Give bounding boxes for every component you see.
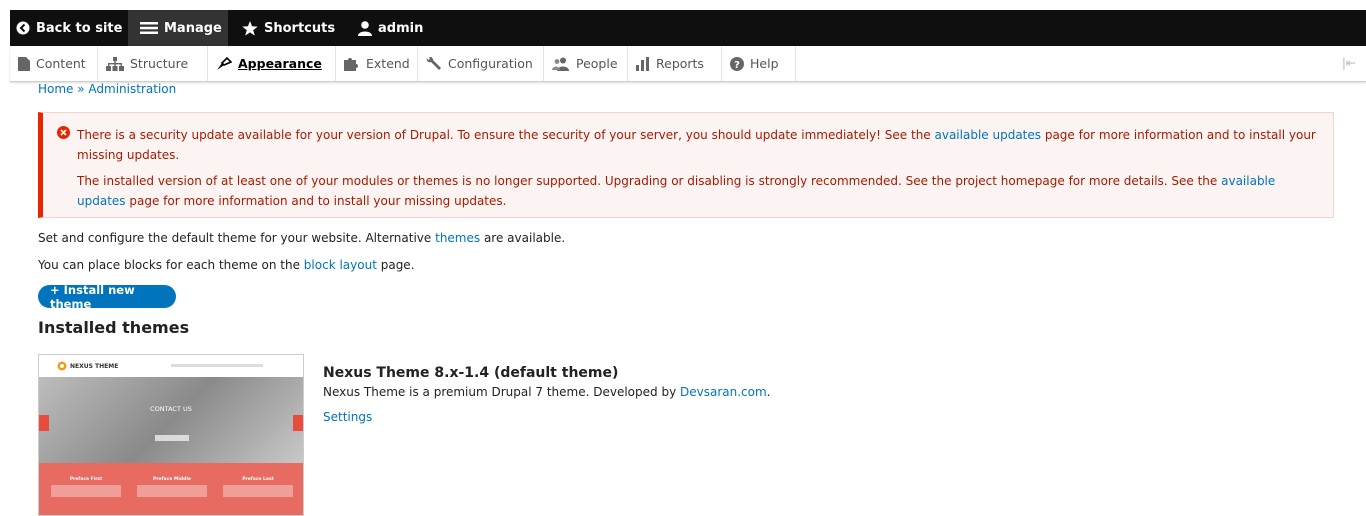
available-updates-link[interactable]: available updates — [935, 128, 1042, 142]
user-label: admin — [378, 20, 424, 36]
theme-name: Nexus Theme 8.x-1.4 (default theme) — [323, 365, 619, 381]
nexus-logo-icon — [57, 361, 67, 371]
tray-item-label: Structure — [130, 56, 189, 71]
sitemap-icon — [106, 56, 124, 71]
tray-item-label: Help — [750, 56, 779, 71]
block-layout-text: You can place blocks for each theme on t… — [38, 258, 415, 272]
tray-item-structure[interactable]: Structure — [98, 46, 208, 81]
screenshot-col-last: Preface Last — [242, 477, 274, 482]
breadcrumb-home[interactable]: Home — [38, 82, 73, 96]
install-new-theme-button[interactable]: + Install new theme — [38, 283, 176, 311]
tray-item-people[interactable]: People — [544, 46, 628, 81]
back-to-site-link[interactable]: Back to site — [16, 10, 122, 46]
user-tab[interactable]: admin — [358, 10, 423, 46]
tray-item-label: Reports — [656, 56, 704, 71]
screenshot-hero: CONTACT US — [39, 377, 303, 463]
screenshot-footer: Preface First Preface Middle Preface Las… — [39, 463, 303, 515]
screenshot-logo: NEXUS THEME — [57, 361, 118, 371]
tray-item-appearance[interactable]: Appearance — [208, 46, 336, 81]
arrow-left-circle-icon — [16, 21, 30, 35]
paintbrush-icon — [216, 56, 232, 71]
shortcuts-label: Shortcuts — [264, 20, 336, 36]
tray-item-label: Configuration — [448, 56, 533, 71]
tray-item-label: People — [576, 56, 618, 71]
screenshot-arrow-left-icon — [39, 415, 49, 431]
breadcrumb: Home » Administration — [38, 82, 176, 96]
tray-item-configuration[interactable]: Configuration — [418, 46, 544, 81]
breadcrumb-administration[interactable]: Administration — [88, 82, 176, 96]
star-icon — [242, 20, 258, 36]
hamburger-menu-icon — [140, 21, 158, 35]
tray-item-label: Content — [36, 56, 86, 71]
puzzle-icon — [344, 57, 360, 71]
svg-text:?: ? — [734, 60, 740, 71]
screenshot-col-first: Preface First — [69, 477, 103, 482]
tray-item-reports[interactable]: Reports — [628, 46, 722, 81]
intro-text: Set and configure the default theme for … — [38, 231, 566, 245]
theme-settings-link[interactable]: Settings — [323, 410, 372, 424]
screenshot-col-text — [51, 485, 121, 497]
devsaran-link[interactable]: Devsaran.com — [680, 385, 767, 399]
people-icon — [552, 57, 570, 71]
admin-tray: Content Structure Appearance Extend Conf… — [10, 46, 1366, 82]
theme-screenshot: NEXUS THEME CONTACT US Preface First Pre… — [38, 354, 304, 516]
theme-description: Nexus Theme is a premium Drupal 7 theme.… — [323, 385, 771, 399]
help-icon: ? — [730, 56, 744, 71]
tray-item-content[interactable]: Content — [10, 46, 98, 81]
shortcuts-tab[interactable]: Shortcuts — [242, 10, 335, 46]
screenshot-nav — [171, 364, 263, 367]
tray-item-label: Appearance — [238, 56, 322, 71]
tray-item-extend[interactable]: Extend — [336, 46, 418, 81]
manage-label: Manage — [164, 20, 222, 36]
back-to-site-label: Back to site — [36, 20, 123, 36]
user-icon — [358, 20, 372, 36]
tray-item-help[interactable]: ? Help — [722, 46, 796, 81]
block-layout-link[interactable]: block layout — [304, 258, 377, 272]
tray-item-label: Extend — [366, 56, 410, 71]
screenshot-hero-button — [155, 435, 189, 441]
screenshot-col-middle: Preface Middle — [153, 477, 191, 482]
themes-link[interactable]: themes — [435, 231, 480, 245]
manage-tab[interactable]: Manage — [128, 10, 228, 46]
security-update-message: There is a security update available for… — [77, 128, 1316, 162]
screenshot-col-text — [223, 485, 293, 497]
error-icon — [57, 125, 70, 145]
screenshot-col-text — [137, 485, 207, 497]
breadcrumb-separator: » — [73, 82, 89, 96]
screenshot-header: NEXUS THEME — [39, 355, 303, 377]
unsupported-version-message: The installed version of at least one of… — [77, 174, 1276, 208]
installed-themes-heading: Installed themes — [38, 318, 190, 337]
collapse-tray-button[interactable]: |⇤ — [1342, 56, 1356, 70]
screenshot-hero-title: CONTACT US — [150, 405, 192, 413]
wrench-icon — [426, 56, 442, 71]
file-icon — [18, 56, 30, 71]
admin-toolbar: Back to site Manage Shortcuts admin — [10, 10, 1366, 46]
screenshot-arrow-right-icon — [293, 415, 303, 431]
error-message: There is a security update available for… — [38, 112, 1334, 218]
bar-chart-icon — [636, 56, 650, 71]
